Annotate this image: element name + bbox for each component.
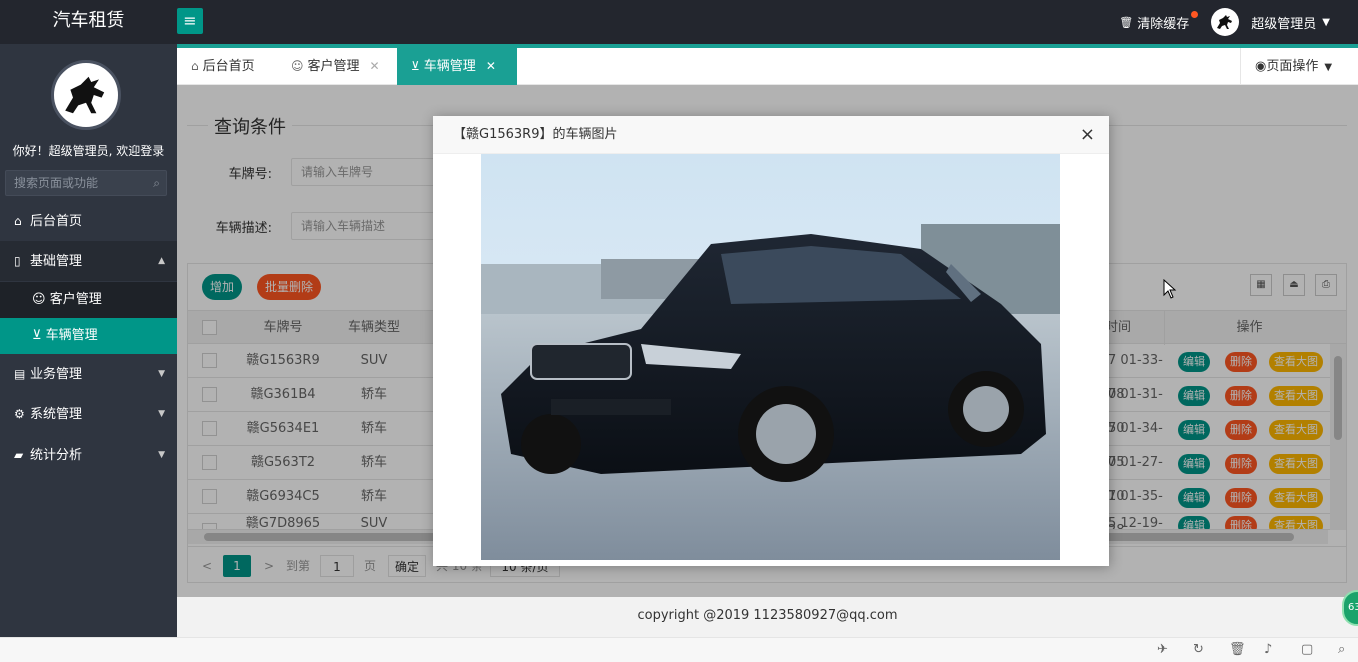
dialog-title: 【赣G1563R9】的车辆图片: [453, 127, 618, 142]
sidebar-item-system[interactable]: ⚙ 系统管理 ▼: [0, 394, 177, 434]
admin-name: 超级管理员: [1251, 16, 1317, 32]
chart-icon: ▰: [14, 448, 24, 462]
window-icon[interactable]: ▢: [1301, 642, 1313, 657]
avatar: [1211, 8, 1240, 36]
admin-menu[interactable]: 超级管理员 ▼: [1211, 8, 1330, 36]
tab-customers[interactable]: ☺ 客户管理 ✕: [277, 48, 397, 85]
close-icon[interactable]: ✕: [370, 59, 380, 73]
sidebar-item-label: 客户管理: [49, 292, 102, 307]
hamburger-icon: ≡: [183, 11, 197, 30]
sidebar-item-home[interactable]: ⌂ 后台首页: [0, 201, 177, 241]
vehicle-photo: [481, 154, 1060, 560]
chevron-down-icon: ▼: [1324, 62, 1333, 73]
sidebar-item-label: 统计分析: [30, 448, 83, 463]
sidebar-item-vehicles[interactable]: ⊻ 车辆管理: [0, 318, 177, 354]
refresh-icon[interactable]: ↻: [1193, 642, 1204, 657]
tab-vehicles[interactable]: ⊻ 车辆管理 ✕: [397, 48, 517, 85]
clear-cache-button[interactable]: 🗑 清除缓存: [1119, 10, 1199, 32]
sidebar-search-input[interactable]: 搜索页面或功能 ⌕: [5, 170, 167, 196]
sidebar-item-business[interactable]: ▤ 业务管理 ▼: [0, 354, 177, 394]
tab-label: 客户管理: [307, 59, 360, 74]
welcome-text: 你好！超级管理员, 欢迎登录: [12, 144, 165, 158]
tab-bar: ⌂ 后台首页 ☺ 客户管理 ✕ ⊻ 车辆管理 ✕ ◉页面操作 ▼: [177, 48, 1358, 85]
tab-home[interactable]: ⌂ 后台首页: [177, 48, 277, 85]
sidebar-avatar: [51, 60, 121, 130]
tab-label: 后台首页: [202, 59, 255, 74]
horse-logo-icon: [1217, 15, 1233, 29]
pin-icon[interactable]: ✈: [1157, 642, 1168, 657]
search-icon: ⌕: [153, 176, 160, 190]
home-icon: ⌂: [191, 59, 199, 73]
home-icon: ⌂: [14, 214, 22, 228]
dialog-header: 【赣G1563R9】的车辆图片 ×: [433, 116, 1109, 154]
sidebar-item-label: 系统管理: [30, 407, 83, 422]
clear-cache-label: 清除缓存: [1137, 16, 1190, 32]
close-icon[interactable]: ×: [1080, 116, 1095, 154]
page-ops-label: 页面操作: [1266, 59, 1319, 74]
sidebar-item-stats[interactable]: ▰ 统计分析 ▼: [0, 435, 177, 475]
horse-logo-icon: [65, 76, 105, 114]
search-icon[interactable]: ⌕: [1338, 642, 1345, 657]
gear-icon: ⚙: [14, 407, 25, 421]
system-toolbar: ✈ ↻ 🗑 ♪ ▢ ⌕: [0, 637, 1358, 662]
sidebar-item-label: 业务管理: [30, 367, 83, 382]
sidebar-item-basic[interactable]: ▯ 基础管理 ▲: [0, 241, 177, 281]
brand-title: 汽车租赁: [52, 10, 125, 31]
footer: copyright @2019 1123580927@qq.com: [177, 597, 1358, 637]
cart-icon: ⊻: [32, 328, 46, 343]
cart-icon: ⊻: [411, 59, 420, 73]
close-icon[interactable]: ✕: [486, 59, 496, 73]
sidebar-item-label: 车辆管理: [45, 328, 98, 343]
ledger-icon: ▤: [14, 367, 26, 381]
tab-label: 车辆管理: [423, 59, 476, 74]
user-icon: ☺: [291, 59, 304, 73]
sidebar-item-label: 后台首页: [30, 214, 83, 229]
sidebar-item-label: 基础管理: [30, 254, 83, 269]
trash-icon: 🗑: [1119, 15, 1134, 29]
user-icon: ☺: [32, 292, 50, 307]
sidebar: 你好！超级管理员, 欢迎登录 搜索页面或功能 ⌕ ⌂ 后台首页 ▯ 基础管理 ▲ ☺…: [0, 44, 177, 662]
sidebar-item-customers[interactable]: ☺ 客户管理: [0, 282, 177, 318]
car-photo-illustration: [481, 154, 1060, 560]
document-icon: ▯: [14, 254, 21, 268]
chevron-up-icon: ▲: [158, 256, 165, 266]
trash-icon[interactable]: 🗑: [1229, 642, 1246, 657]
notification-dot: [1191, 10, 1199, 18]
chevron-down-icon: ▼: [1322, 16, 1330, 28]
mouse-cursor-icon: [1163, 279, 1177, 299]
volume-icon[interactable]: ♪: [1264, 642, 1272, 657]
vehicle-image-dialog: 【赣G1563R9】的车辆图片 ×: [433, 116, 1109, 566]
radio-dot-icon: ◉: [1255, 59, 1267, 74]
chevron-down-icon: ▼: [158, 450, 165, 460]
search-placeholder: 搜索页面或功能: [14, 176, 99, 190]
page-ops-button[interactable]: ◉页面操作 ▼: [1240, 48, 1358, 85]
chevron-down-icon: ▼: [158, 409, 165, 419]
chevron-down-icon: ▼: [158, 369, 165, 379]
top-header: 汽车租赁 ≡ 🗑 清除缓存 超级管理员 ▼: [0, 0, 1358, 44]
menu-toggle-button[interactable]: ≡: [177, 8, 203, 34]
